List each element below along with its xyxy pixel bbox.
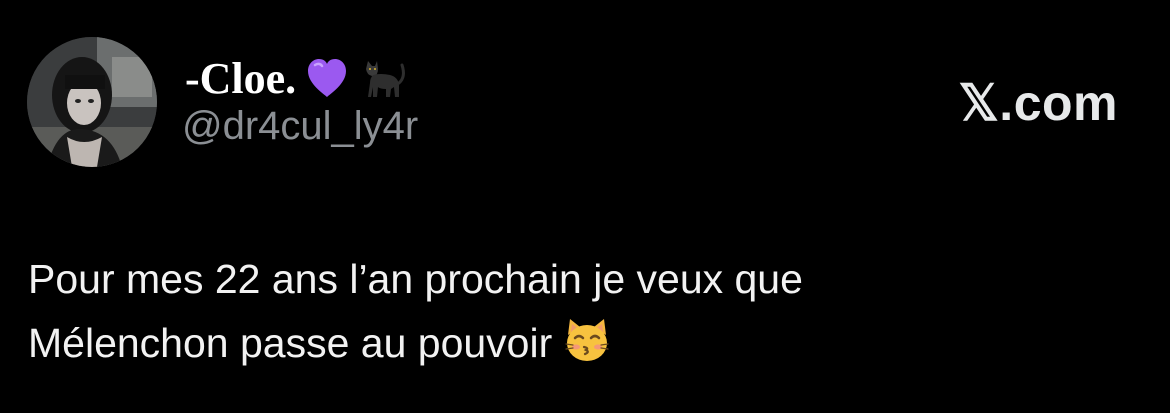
purple-heart-icon xyxy=(302,53,352,103)
brand-logo[interactable]: 𝕏.com xyxy=(959,74,1118,132)
tweet-line-1: Pour mes 22 ans l’an prochain je veux qu… xyxy=(28,256,803,302)
tweet-line-2: Mélenchon passe au pouvoir xyxy=(28,311,1138,375)
display-name-text: -Cloe. xyxy=(185,53,297,103)
black-cat-icon xyxy=(358,53,408,103)
display-name[interactable]: -Cloe. xyxy=(185,48,408,108)
kissing-cat-icon xyxy=(562,315,612,365)
tweet-text: Pour mes 22 ans l’an prochain je veux qu… xyxy=(28,247,1138,375)
user-handle[interactable]: @dr4cul_ly4r xyxy=(182,104,418,149)
profile-photo xyxy=(27,37,157,167)
tweet-line-2-text: Mélenchon passe au pouvoir xyxy=(28,320,553,366)
avatar[interactable] xyxy=(27,37,157,167)
